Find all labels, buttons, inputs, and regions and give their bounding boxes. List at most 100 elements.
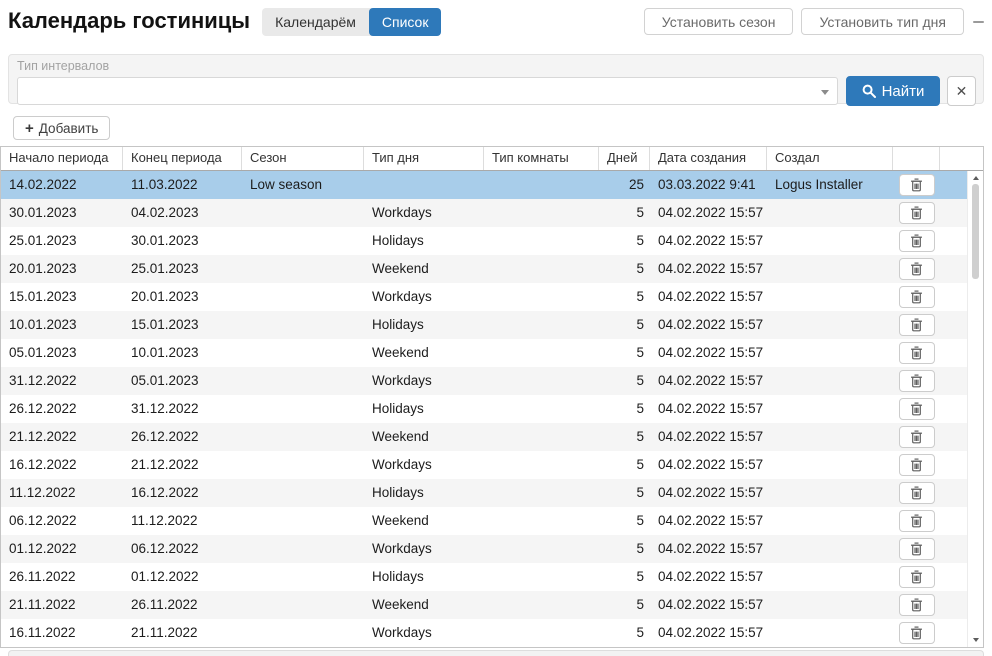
table-row[interactable]: 21.12.2022 26.12.2022 Weekend 5 04.02.2022 1… (1, 423, 983, 451)
table-row[interactable]: 16.12.2022 21.12.2022 Workdays 5 04.02.2022 … (1, 451, 983, 479)
vertical-scrollbar[interactable] (967, 171, 983, 647)
table-row[interactable]: 06.12.2022 11.12.2022 Weekend 5 04.02.2022 1… (1, 507, 983, 535)
table-body: 14.02.2022 11.03.2022 Low season 25 03.03.20… (1, 171, 983, 647)
delete-row-button[interactable] (898, 286, 935, 308)
column-header-period-end[interactable]: Конец периода (123, 147, 242, 170)
cell-season (242, 423, 364, 451)
cell-created-at: 04.02.2022 15:57 (658, 373, 764, 388)
delete-row-button[interactable] (898, 258, 935, 280)
scroll-up-button[interactable] (968, 172, 983, 184)
cell-days: 5 (636, 317, 644, 332)
plus-icon: + (25, 119, 34, 137)
cell-day-type: Workdays (372, 457, 432, 472)
delete-row-button[interactable] (898, 538, 935, 560)
cell-actions (893, 423, 940, 451)
set-day-type-button[interactable]: Установить тип дня (801, 8, 964, 35)
column-header-created-by[interactable]: Создал (767, 147, 893, 170)
find-button[interactable]: Найти (846, 76, 940, 106)
column-header-day-type[interactable]: Тип дня (364, 147, 484, 170)
cell-actions (893, 619, 940, 647)
cell-days: 5 (636, 233, 644, 248)
cell-season (242, 283, 364, 311)
trash-icon (911, 486, 922, 500)
cell-created-by (767, 591, 893, 619)
table-row[interactable]: 10.01.2023 15.01.2023 Holidays 5 04.02.2022 … (1, 311, 983, 339)
table-row[interactable]: 21.11.2022 26.11.2022 Weekend 5 04.02.2022 1… (1, 591, 983, 619)
delete-row-button[interactable] (898, 454, 935, 476)
table-row[interactable]: 01.12.2022 06.12.2022 Workdays 5 04.02.2022 … (1, 535, 983, 563)
delete-row-button[interactable] (898, 398, 935, 420)
cell-days: 5 (636, 569, 644, 584)
cell-created-at: 04.02.2022 15:57 (658, 541, 764, 556)
cell-start: 21.11.2022 (9, 597, 76, 612)
cell-created-by (767, 479, 893, 507)
cell-season (242, 451, 364, 479)
footer-panel (8, 650, 984, 656)
trash-icon (911, 514, 922, 528)
delete-row-button[interactable] (898, 510, 935, 532)
trash-icon (911, 262, 922, 276)
table-row[interactable]: 16.11.2022 21.11.2022 Workdays 5 04.02.2022 … (1, 619, 983, 647)
cell-actions (893, 227, 940, 255)
cell-day-type: Workdays (372, 289, 432, 304)
trash-icon (911, 234, 922, 248)
view-toggle-list[interactable]: Список (368, 8, 442, 36)
cell-day-type: Holidays (372, 485, 424, 500)
cell-day-type: Weekend (372, 597, 429, 612)
table-row[interactable]: 15.01.2023 20.01.2023 Workdays 5 04.02.2022 … (1, 283, 983, 311)
cell-created-at: 04.02.2022 15:57 (658, 457, 764, 472)
delete-row-button[interactable] (898, 202, 935, 224)
clear-filter-button[interactable]: ✕ (947, 76, 976, 106)
cell-end: 05.01.2023 (131, 373, 199, 388)
cell-end: 01.12.2022 (131, 569, 199, 584)
cell-days: 5 (636, 485, 644, 500)
delete-row-button[interactable] (898, 342, 935, 364)
delete-row-button[interactable] (898, 622, 935, 644)
column-header-created-at[interactable]: Дата создания (650, 147, 767, 170)
delete-row-button[interactable] (898, 594, 935, 616)
delete-row-button[interactable] (898, 566, 935, 588)
trash-icon (911, 598, 922, 612)
scrollbar-thumb[interactable] (972, 184, 979, 279)
cell-end: 25.01.2023 (131, 261, 199, 276)
add-button[interactable]: + Добавить (13, 116, 111, 140)
table-row[interactable]: 30.01.2023 04.02.2023 Workdays 5 04.02.2022 … (1, 199, 983, 227)
scroll-down-button[interactable] (968, 634, 983, 646)
cell-start: 26.12.2022 (9, 401, 77, 416)
table-row[interactable]: 26.11.2022 01.12.2022 Holidays 5 04.02.2022 … (1, 563, 983, 591)
table-row[interactable]: 11.12.2022 16.12.2022 Holidays 5 04.02.2022 … (1, 479, 983, 507)
delete-row-button[interactable] (898, 426, 935, 448)
delete-row-button[interactable] (898, 314, 935, 336)
cell-created-by (767, 507, 893, 535)
table-row[interactable]: 26.12.2022 31.12.2022 Holidays 5 04.02.2022 … (1, 395, 983, 423)
table-row[interactable]: 14.02.2022 11.03.2022 Low season 25 03.03.20… (1, 171, 983, 199)
column-header-actions (893, 147, 940, 170)
cell-actions (893, 451, 940, 479)
cell-room-type (484, 171, 599, 199)
delete-row-button[interactable] (898, 482, 935, 504)
delete-row-button[interactable] (898, 370, 935, 392)
grid-toolbar: + Добавить (13, 116, 992, 140)
cell-created-by (767, 227, 893, 255)
set-season-button[interactable]: Установить сезон (643, 8, 794, 35)
column-header-days[interactable]: Дней (599, 147, 650, 170)
table-row[interactable]: 05.01.2023 10.01.2023 Weekend 5 04.02.2022 1… (1, 339, 983, 367)
cell-actions (893, 171, 940, 199)
collapse-dash-icon[interactable] (973, 21, 984, 23)
cell-actions (893, 535, 940, 563)
column-header-room-type[interactable]: Тип комнаты (484, 147, 599, 170)
column-header-season[interactable]: Сезон (242, 147, 364, 170)
table-row[interactable]: 20.01.2023 25.01.2023 Weekend 5 04.02.2022 1… (1, 255, 983, 283)
cell-start: 31.12.2022 (9, 373, 77, 388)
trash-icon (911, 626, 922, 640)
delete-row-button[interactable] (898, 174, 935, 196)
interval-type-select[interactable] (17, 77, 838, 105)
delete-row-button[interactable] (898, 230, 935, 252)
cell-day-type: Weekend (372, 345, 429, 360)
table-row[interactable]: 25.01.2023 30.01.2023 Holidays 5 04.02.2022 … (1, 227, 983, 255)
cell-room-type (484, 311, 599, 339)
table-row[interactable]: 31.12.2022 05.01.2023 Workdays 5 04.02.2022 … (1, 367, 983, 395)
view-toggle-calendar[interactable]: Календарём (262, 8, 369, 36)
column-header-period-start[interactable]: Начало периода (1, 147, 123, 170)
cell-room-type (484, 395, 599, 423)
